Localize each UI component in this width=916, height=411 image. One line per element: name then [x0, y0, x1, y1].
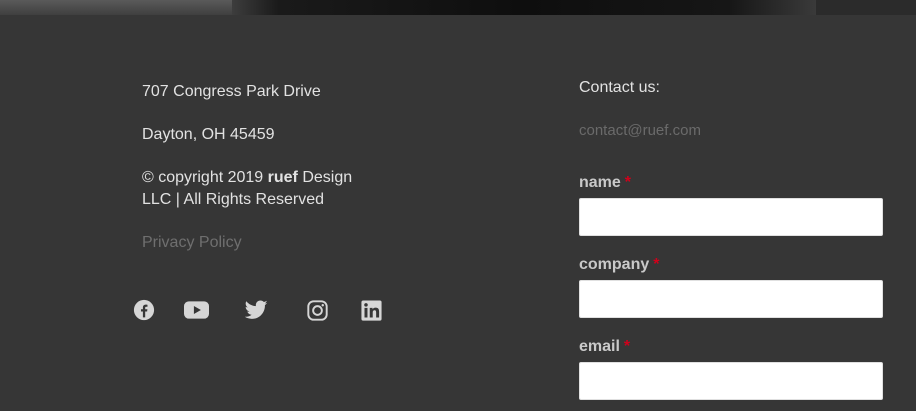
address-line-1: 707 Congress Park Drive — [142, 83, 321, 100]
required-mark: * — [653, 256, 660, 273]
required-mark: * — [624, 174, 632, 191]
twitter-icon[interactable] — [244, 298, 268, 322]
site-footer: 707 Congress Park Drive Dayton, OH 45459… — [0, 15, 916, 411]
contact-email-link[interactable]: contact@ruef.com — [579, 120, 701, 142]
copyright-prefix: © copyright 2019 — [142, 169, 268, 186]
copyright-brand: ruef — [267, 169, 298, 186]
contact-title: Contact us: — [579, 79, 660, 96]
company-label: company * — [579, 255, 659, 275]
privacy-policy-link[interactable]: Privacy Policy — [142, 232, 242, 254]
address-line-2: Dayton, OH 45459 — [142, 126, 275, 143]
required-mark: * — [623, 338, 631, 355]
hero-image-strip — [0, 0, 916, 15]
name-label-text: name — [579, 174, 621, 191]
linkedin-icon[interactable] — [359, 298, 383, 322]
instagram-icon[interactable] — [305, 298, 329, 322]
email-label: email * — [579, 337, 630, 357]
email-input[interactable] — [579, 362, 883, 400]
hero-image-photo — [232, 0, 816, 15]
name-label: name * — [579, 173, 631, 193]
youtube-icon[interactable] — [183, 298, 209, 322]
facebook-icon[interactable] — [132, 298, 156, 322]
company-label-text: company — [579, 256, 650, 273]
name-input[interactable] — [579, 198, 883, 236]
email-label-text: email — [579, 338, 620, 355]
hero-image-left — [0, 0, 232, 15]
company-input[interactable] — [579, 280, 883, 318]
copyright-notice: © copyright 2019 ruef Design LLC | All R… — [142, 167, 382, 211]
